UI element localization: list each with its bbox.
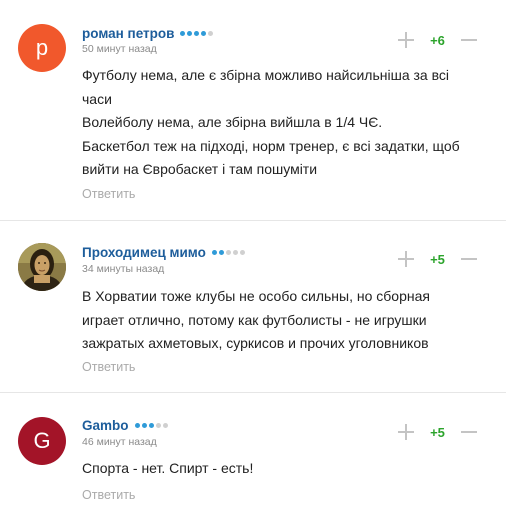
comment-line: Спорта - нет. Спирт - есть! — [82, 460, 254, 476]
avatar[interactable]: G — [18, 417, 66, 465]
vote-score: +5 — [430, 424, 445, 440]
comment-line: Футболу нема, але є збірна можливо найси… — [82, 67, 449, 83]
author-name[interactable]: Gambo — [82, 418, 129, 433]
rank-dot — [218, 250, 224, 255]
upvote-icon[interactable] — [398, 251, 414, 267]
rank-dot — [201, 31, 207, 36]
comment-line: Баскетбол теж на підході, норм тренер, є… — [82, 137, 460, 154]
comment-line: часи — [82, 90, 112, 107]
vote-score: +6 — [430, 32, 445, 48]
rank-dots — [180, 31, 214, 36]
reply-link[interactable]: Ответить — [82, 187, 135, 201]
timestamp: 34 минуты назад — [82, 263, 165, 275]
comment-text: Футболу нема, але є збірна можливо найси… — [82, 64, 492, 182]
avatar[interactable]: р — [18, 24, 66, 72]
timestamp: 46 минут назад — [82, 436, 157, 448]
rank-dot — [194, 31, 200, 36]
rank-dot — [225, 250, 231, 255]
divider — [0, 392, 506, 393]
rank-dots — [134, 423, 168, 428]
comment-line: зажратых ахметовых, суркисов и прочих уг… — [82, 335, 429, 351]
avatar[interactable] — [18, 243, 66, 291]
comment-line: играет отлично, потому как футболисты - … — [82, 311, 427, 328]
rank-dot — [148, 423, 154, 428]
mona-lisa-avatar-icon — [18, 243, 66, 291]
downvote-icon[interactable] — [461, 32, 477, 48]
rank-dots — [211, 250, 245, 255]
divider — [0, 220, 506, 221]
reply-link[interactable]: Ответить — [82, 488, 135, 502]
upvote-icon[interactable] — [398, 424, 414, 440]
comment-text: В Хорватии тоже клубы не особо сильны, н… — [82, 285, 492, 356]
rank-dot — [162, 423, 168, 428]
avatar-letter: р — [35, 35, 49, 60]
author-name[interactable]: Проходимец мимо — [82, 245, 206, 260]
rank-dot — [141, 423, 147, 428]
rank-dot — [232, 250, 238, 255]
comment-line: В Хорватии тоже клубы не особо сильны, н… — [82, 288, 430, 304]
rank-dot — [187, 31, 193, 36]
rank-dot — [134, 423, 140, 428]
timestamp: 50 минут назад — [82, 43, 157, 55]
comment-text: Спорта - нет. Спирт - есть! — [82, 457, 492, 481]
rank-dot — [239, 250, 245, 255]
rank-dot — [180, 31, 186, 36]
upvote-icon[interactable] — [398, 32, 414, 48]
rank-dot — [211, 250, 217, 255]
rank-dot — [155, 423, 161, 428]
downvote-icon[interactable] — [461, 251, 477, 267]
vote-score: +5 — [430, 251, 445, 267]
reply-link[interactable]: Ответить — [82, 360, 135, 374]
comment-line: вийти на Євробаскет і там пошуміти — [82, 161, 318, 177]
avatar-letter: G — [33, 428, 51, 453]
rank-dot — [208, 31, 214, 36]
author-name[interactable]: роман петров — [82, 26, 174, 41]
comment-line: Волейболу нема, але збірна вийшла в 1/4 … — [82, 114, 383, 130]
downvote-icon[interactable] — [461, 424, 477, 440]
